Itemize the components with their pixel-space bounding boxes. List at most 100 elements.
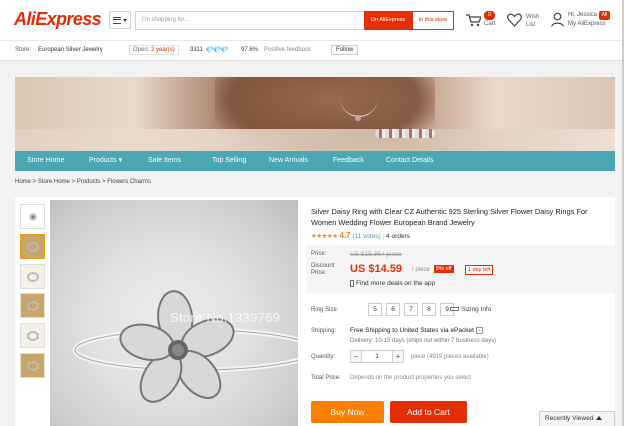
- my-aliexpress-link[interactable]: My AliExpress: [568, 21, 606, 27]
- site-header: AliExpress I'm shopping for... On AliExp…: [0, 0, 624, 40]
- nav-store-home[interactable]: Store Home: [27, 151, 64, 171]
- cart-count-badge: 0: [484, 11, 495, 20]
- quantity-stepper: − 1 +: [350, 350, 404, 363]
- search-input[interactable]: I'm shopping for...: [135, 11, 364, 30]
- quantity-input[interactable]: 1: [362, 350, 392, 363]
- thumbnail[interactable]: [20, 353, 45, 378]
- quantity-label: Quantity:: [311, 354, 336, 360]
- buy-now-button[interactable]: Buy Now: [311, 401, 384, 423]
- app-deals-link[interactable]: Find more deals on the app: [350, 280, 435, 287]
- nav-feedback[interactable]: Feedback: [333, 151, 364, 171]
- rating-value: 4.7: [339, 231, 351, 240]
- shipping-method[interactable]: Free Shipping to United States via ePack…: [350, 327, 483, 334]
- sizing-info-link[interactable]: Sizing Info: [450, 306, 491, 313]
- order-count: 4 orders: [386, 233, 410, 240]
- ring-thumb-image: [27, 361, 39, 371]
- open-years: 2 year(s): [151, 47, 175, 53]
- total-price-value: Depends on the product properties you se…: [350, 375, 472, 381]
- shipping-text: Free Shipping to United States via ePack…: [350, 327, 474, 335]
- star-rating-icon: ★★★★★: [311, 233, 338, 240]
- search-store-button[interactable]: In this store: [412, 11, 454, 30]
- banner-bracelet: [375, 129, 435, 138]
- ring-thumb-image: [27, 272, 39, 282]
- follow-button[interactable]: Follow: [331, 45, 359, 55]
- app-deals-text: Find more deals on the app: [356, 280, 436, 288]
- size-option[interactable]: 8: [422, 303, 436, 316]
- add-to-cart-button[interactable]: Add to Cart: [390, 401, 467, 423]
- pieces-available: piece (4919 pieces available): [411, 354, 489, 360]
- nav-contact-details[interactable]: Contact Details: [386, 151, 433, 171]
- increase-quantity-button[interactable]: +: [392, 350, 404, 363]
- chevron-down-icon[interactable]: ⌄: [475, 327, 483, 334]
- size-option[interactable]: 7: [404, 303, 418, 316]
- size-selector: 5 6 7 8 9: [368, 303, 454, 316]
- size-option[interactable]: 6: [386, 303, 400, 316]
- thumbnail[interactable]: [20, 234, 45, 259]
- user-icon[interactable]: [551, 12, 564, 27]
- ring-thumb-image: [27, 331, 39, 341]
- banner-pendant: [355, 115, 361, 121]
- store-name-link[interactable]: European Silver Jewelry: [38, 47, 103, 53]
- breadcrumb-home[interactable]: Home: [15, 179, 31, 185]
- per-piece-label: / piece: [412, 267, 430, 273]
- store-label: Store:: [15, 47, 32, 53]
- menu-icon: [113, 16, 121, 24]
- user-badge: All: [599, 11, 610, 20]
- product-title: Silver Daisy Ring with Clear CZ Authenti…: [311, 207, 588, 227]
- open-label: Open:: [133, 47, 150, 53]
- discount-price-label: Discount Price:: [311, 263, 335, 276]
- store-watermark: Store No.1339769: [170, 310, 281, 325]
- ring-thumb-image: [27, 301, 39, 311]
- breadcrumb-store-home[interactable]: Store Home: [38, 179, 70, 185]
- chevron-down-icon: [123, 18, 127, 22]
- divider: |: [382, 233, 385, 240]
- aliexpress-logo[interactable]: AliExpress: [14, 9, 102, 30]
- price-label: Price:: [311, 251, 327, 257]
- discount-price: US $14.59: [350, 263, 402, 275]
- thumbnail[interactable]: [20, 293, 45, 318]
- flower-thumb-image: [29, 213, 37, 221]
- shipping-label: Shipping:: [311, 328, 337, 334]
- cart-label[interactable]: Cart: [484, 21, 495, 27]
- recently-viewed-tab[interactable]: Recently Viewed: [539, 411, 615, 426]
- nav-new-arrivals[interactable]: New Arrivals: [269, 151, 308, 171]
- category-menu-button[interactable]: [109, 11, 131, 29]
- thumbnail[interactable]: [20, 264, 45, 289]
- diamond-rank-icon: 💎💎💎: [205, 47, 229, 54]
- thumbnail[interactable]: [20, 323, 45, 348]
- nav-products[interactable]: Products ▾: [89, 151, 122, 171]
- nav-top-selling[interactable]: Top Selling: [212, 151, 246, 171]
- breadcrumb-flowers-charms[interactable]: Flowers Charms: [107, 179, 151, 185]
- store-nav: Store Home Products ▾ Sale Items Top Sel…: [15, 151, 615, 171]
- delivery-estimate: Delivery: 10-15 days (ships out within 7…: [350, 338, 497, 344]
- store-info-bar: Store: European Silver Jewelry Open: 2 y…: [0, 40, 624, 61]
- nav-sale-items[interactable]: Sale Items: [148, 151, 181, 171]
- cart-icon[interactable]: [465, 13, 481, 27]
- time-left-badge: 1 day left: [465, 265, 494, 275]
- total-price-label: Total Price:: [311, 375, 341, 381]
- original-price: US $15.36 / piece: [350, 251, 402, 258]
- chevron-up-icon: [596, 416, 603, 421]
- ruler-icon: [450, 307, 459, 312]
- search-all-button[interactable]: On AliExpress: [364, 11, 412, 30]
- votes-link[interactable]: (11 votes): [352, 233, 380, 240]
- positive-feedback-label: Positive feedback: [264, 47, 312, 53]
- heart-icon[interactable]: [507, 13, 522, 27]
- thumbnail[interactable]: [20, 204, 45, 229]
- breadcrumb: Home > Store Home > Products > Flowers C…: [15, 179, 151, 185]
- user-greeting: Hi, Jessica: [568, 12, 598, 18]
- recently-viewed-label: Recently Viewed: [545, 415, 594, 422]
- banner-fabric: [15, 129, 615, 151]
- wish-list-link[interactable]: Wish List: [526, 13, 546, 29]
- phone-icon: [350, 280, 354, 287]
- discount-badge: 5% off: [434, 265, 454, 273]
- store-banner[interactable]: [15, 77, 615, 151]
- product-rating: ★★★★★ 4.7 (11 votes) | 4 orders: [311, 231, 410, 240]
- decrease-quantity-button[interactable]: −: [350, 350, 362, 363]
- sizing-info-text: Sizing Info: [461, 306, 492, 313]
- breadcrumb-products[interactable]: Products: [77, 179, 101, 185]
- store-score[interactable]: 3311: [190, 47, 203, 53]
- ring-thumb-image: [27, 242, 39, 252]
- size-option[interactable]: 5: [368, 303, 382, 316]
- ring-size-label: Ring Size:: [311, 307, 339, 313]
